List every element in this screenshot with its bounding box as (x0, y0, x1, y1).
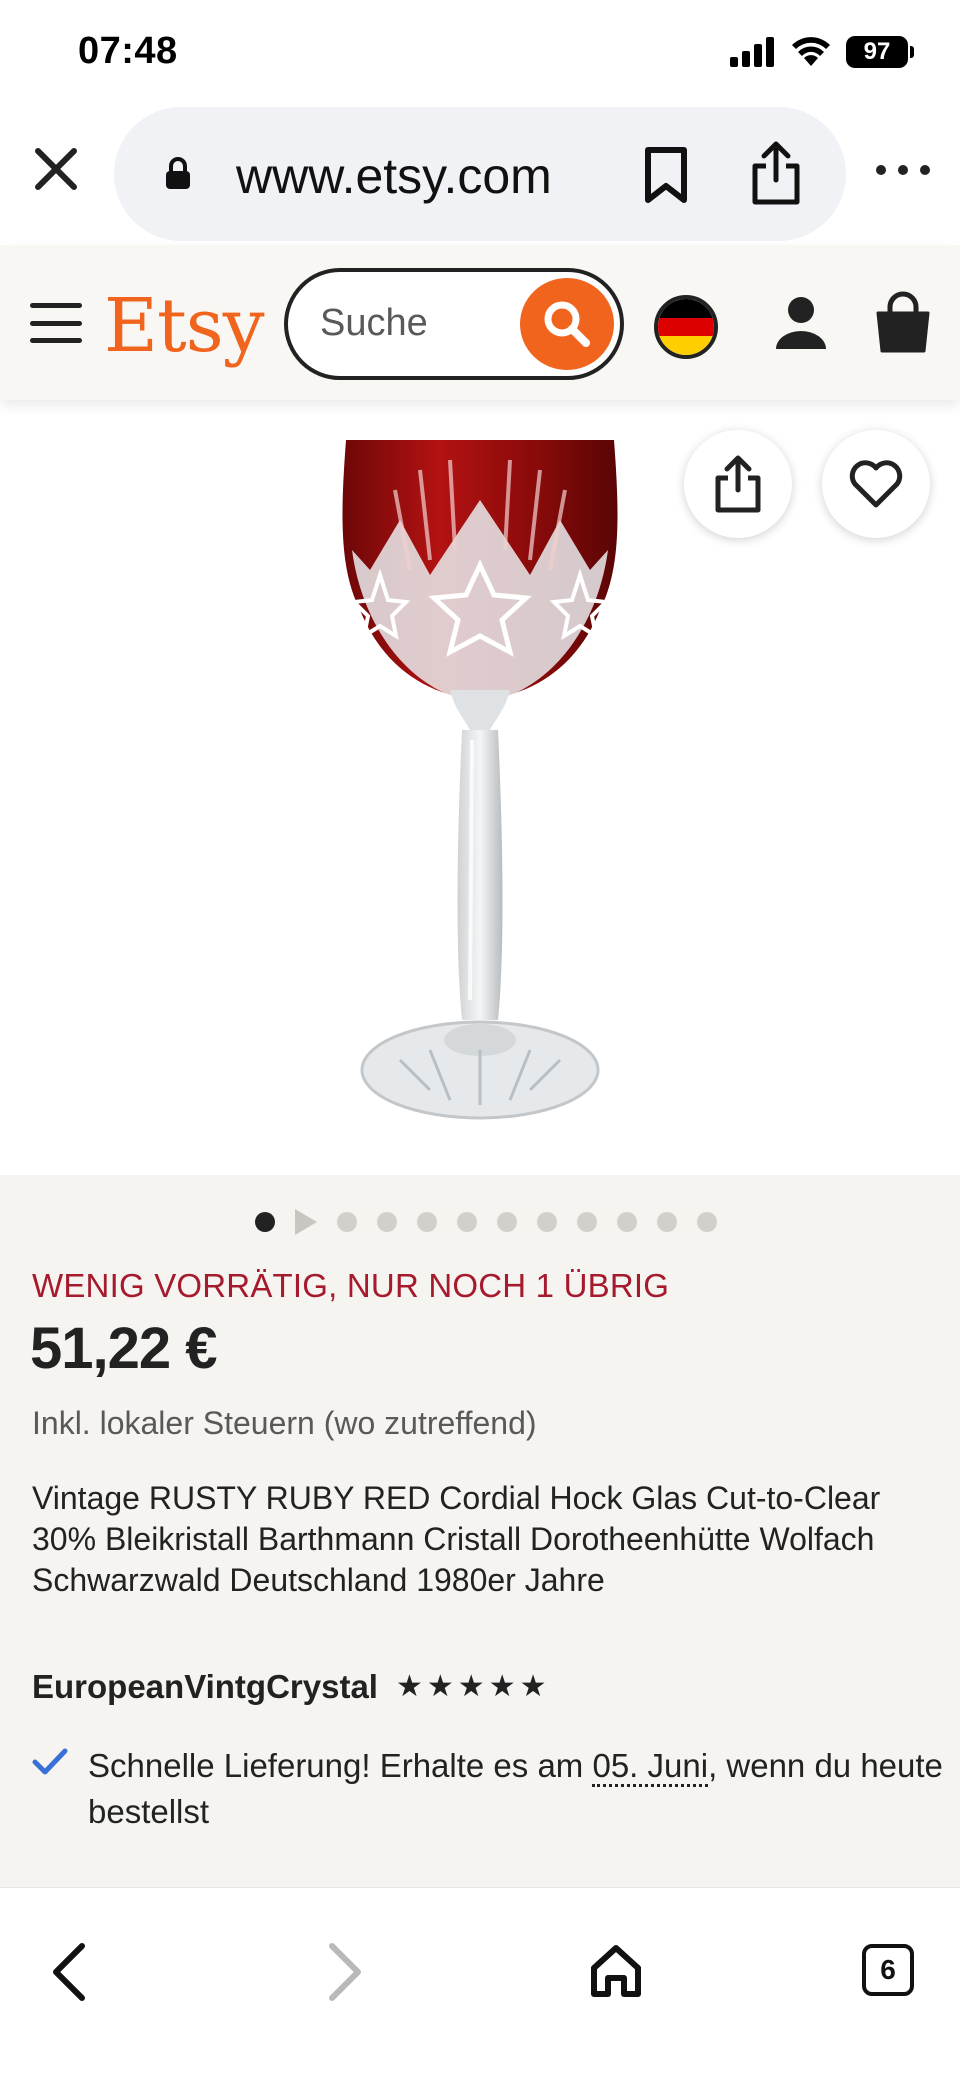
more-dot-icon (898, 165, 908, 175)
search-button[interactable] (520, 278, 614, 370)
menu-line (30, 320, 82, 326)
menu-button[interactable] (30, 303, 82, 343)
carousel-dot[interactable] (657, 1212, 677, 1232)
product-title: Vintage RUSTY RUBY RED Cordial Hock Glas… (32, 1480, 881, 1598)
product-image[interactable] (0, 400, 960, 1175)
browser-bottom-nav: 6 (0, 1887, 960, 2079)
home-button[interactable] (588, 1942, 644, 2005)
delivery-text: Schnelle Lieferung! Erhalte es am 05. Ju… (88, 1743, 948, 1835)
carousel-dot[interactable] (537, 1212, 557, 1232)
carousel-dot[interactable] (337, 1212, 357, 1232)
carousel-dot[interactable] (497, 1212, 517, 1232)
user-icon (776, 297, 826, 349)
price: 51,22 € (30, 1316, 218, 1381)
tax-note: Inkl. lokaler Steuern (wo zutreffend) (32, 1405, 537, 1441)
wine-glass-image (342, 440, 618, 1120)
carousel-dot[interactable] (417, 1212, 437, 1232)
shopping-bag-icon (876, 291, 930, 353)
region-flag-button[interactable] (654, 295, 718, 359)
battery-icon: 97 (846, 36, 914, 68)
share-icon (715, 455, 761, 513)
chevron-right-icon (329, 1943, 361, 2001)
status-bar: 07:48 97 (0, 0, 960, 105)
chevron-left-icon (53, 1943, 85, 2001)
shop-rating[interactable]: ★ ★ ★ ★ ★ (396, 1672, 547, 1702)
stock-notice: WENIG VORRÄTIG, NUR NOCH 1 ÜBRIG (32, 1267, 670, 1304)
star-icon: ★ (395, 1670, 423, 1703)
back-button[interactable] (46, 1942, 96, 2007)
close-icon (35, 148, 77, 190)
star-icon: ★ (488, 1670, 516, 1703)
carousel-dot[interactable] (577, 1212, 597, 1232)
more-dot-icon (920, 165, 930, 175)
tabs-button[interactable]: 6 (862, 1944, 914, 1996)
share-icon (752, 141, 800, 205)
site-header: Etsy Suche (0, 245, 960, 400)
account-button[interactable] (770, 293, 832, 355)
image-carousel-dots[interactable] (0, 1209, 960, 1235)
more-dot-icon (876, 165, 886, 175)
delivery-prefix: Schnelle Lieferung! Erhalte es am (88, 1747, 593, 1784)
delivery-date[interactable]: 05. Juni (592, 1747, 709, 1787)
menu-line (30, 303, 82, 308)
search-icon (544, 301, 590, 347)
flag-stripe-gold (658, 336, 714, 355)
more-options-button[interactable] (876, 155, 930, 185)
home-icon (591, 1945, 641, 1997)
carousel-dot[interactable] (697, 1212, 717, 1232)
star-icon: ★ (519, 1670, 547, 1703)
flag-stripe-black (658, 299, 714, 318)
video-indicator-icon[interactable] (295, 1209, 317, 1235)
search-input[interactable]: Suche (284, 268, 624, 380)
bookmark-icon (645, 147, 687, 203)
flag-stripe-red (658, 317, 714, 337)
heart-icon (849, 460, 903, 508)
browser-toolbar: www.etsy.com (0, 105, 960, 245)
url-text: www.etsy.com (236, 148, 552, 204)
share-listing-button[interactable] (684, 430, 792, 538)
search-placeholder: Suche (320, 302, 428, 344)
address-bar[interactable]: www.etsy.com (114, 107, 846, 241)
favorite-button[interactable] (822, 430, 930, 538)
cellular-signal-icon (730, 37, 774, 67)
star-icon: ★ (426, 1670, 454, 1703)
menu-line (30, 338, 82, 343)
status-icons: 97 (730, 34, 914, 70)
browser-share-button[interactable] (744, 137, 808, 209)
carousel-dot[interactable] (617, 1212, 637, 1232)
carousel-dot[interactable] (377, 1212, 397, 1232)
shop-info: EuropeanVintgCrystal ★ ★ ★ ★ ★ (32, 1668, 547, 1706)
bookmark-button[interactable] (636, 143, 696, 207)
close-browser-button[interactable] (30, 143, 82, 195)
lock-icon (166, 157, 190, 189)
star-icon: ★ (457, 1670, 485, 1703)
carousel-dot[interactable] (255, 1212, 275, 1232)
carousel-dot[interactable] (457, 1212, 477, 1232)
checkmark-icon (32, 1748, 68, 1775)
status-time: 07:48 (78, 30, 178, 72)
shop-name-link[interactable]: EuropeanVintgCrystal (32, 1668, 378, 1706)
forward-button[interactable] (318, 1942, 368, 2007)
etsy-logo[interactable]: Etsy (104, 283, 265, 369)
cart-button[interactable] (872, 291, 934, 355)
wifi-icon (792, 37, 830, 66)
listing-details: WENIG VORRÄTIG, NUR NOCH 1 ÜBRIG 51,22 €… (0, 1175, 960, 1887)
battery-level: 97 (863, 38, 891, 65)
